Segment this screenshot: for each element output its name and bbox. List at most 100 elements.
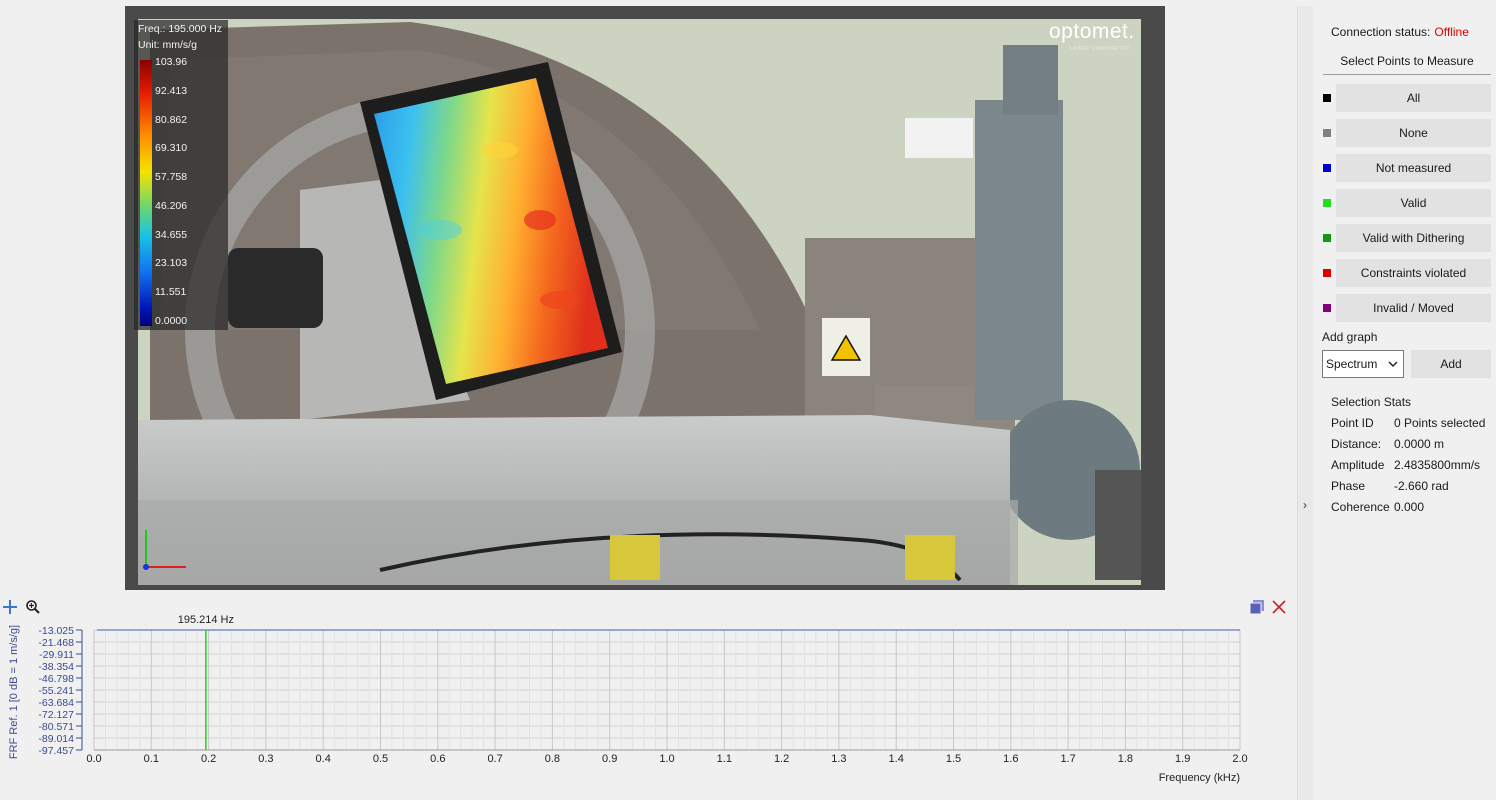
- point-filter-invalid-moved: Invalid / Moved: [1323, 294, 1493, 324]
- cursor-frequency-label: 195.214 Hz: [178, 614, 234, 626]
- spectrum-graph-pane: 195.214 Hz -13.025 -21.468 -29.911 -38.354-…: [0, 596, 1290, 800]
- x-tick-label: 0.5: [373, 753, 388, 765]
- colorbar-tick: 69.310: [155, 142, 188, 154]
- y-tick-label: -38.354: [38, 661, 74, 673]
- x-tick-label: 1.6: [1003, 753, 1018, 765]
- stat-key: Phase: [1331, 479, 1366, 493]
- x-tick-label: 0.1: [144, 753, 159, 765]
- connection-status: Connection status: Offline: [1331, 25, 1469, 39]
- y-tick-label: -72.127: [38, 709, 74, 721]
- x-tick-label: 0.4: [316, 753, 331, 765]
- x-tick-label: 0.8: [545, 753, 560, 765]
- select-points-title: Select Points to Measure: [1323, 49, 1491, 75]
- point-color-swatch: [1323, 304, 1331, 312]
- y-tick-label: -29.911: [39, 649, 74, 661]
- y-tick-label: -13.025: [38, 625, 74, 637]
- x-tick-label: 1.4: [889, 753, 904, 765]
- connection-status-label: Connection status:: [1331, 25, 1431, 39]
- chevron-down-icon: [1388, 351, 1398, 388]
- x-tick-label: 0.9: [602, 753, 617, 765]
- x-tick-label: 0.6: [430, 753, 445, 765]
- select-valid-dithering-button[interactable]: Valid with Dithering: [1336, 224, 1491, 252]
- colorbar-tick: 34.655: [155, 229, 188, 241]
- vibration-viewer[interactable]: [125, 6, 1165, 590]
- x-tick-label: 1.1: [717, 753, 732, 765]
- point-color-swatch: [1323, 269, 1331, 277]
- point-color-swatch: [1323, 234, 1331, 242]
- x-tick-label: 0.0: [86, 753, 101, 765]
- brand-logo: optomet.: [1049, 20, 1135, 43]
- x-axis-label: Frequency (kHz): [1159, 772, 1240, 784]
- point-filter-constraints-violated: Constraints violated: [1323, 259, 1493, 289]
- colorbar-tick: 92.413: [155, 85, 188, 97]
- x-tick-label: 1.0: [659, 753, 674, 765]
- colorbar-tick: 46.206: [155, 200, 188, 212]
- x-axis-ticks: 0.0 0.1 0.2 0.3 0.4 0.5 0.6 0.7 0.8 0.9 1.0 1.1 1.2 1…: [86, 753, 1247, 765]
- panel-splitter[interactable]: [1297, 6, 1313, 800]
- point-color-swatch: [1323, 129, 1331, 137]
- frequency-label: Freq.: 195.000 Hz: [138, 23, 223, 35]
- select-constraints-violated-button[interactable]: Constraints violated: [1336, 259, 1491, 287]
- y-axis-ticks: -13.025-21.468-29.911-38.354-46.798-55.2…: [38, 625, 82, 757]
- y-tick-label: -80.571: [38, 721, 74, 733]
- x-tick-label: 0.7: [487, 753, 502, 765]
- graph-type-value: Spectrum: [1326, 357, 1378, 371]
- y-tick-label: -97.457: [38, 745, 74, 757]
- graph-type-select[interactable]: Spectrum: [1322, 350, 1404, 378]
- y-axis-label: FRF Ref. 1 [0 dB = 1 m/s/g]: [8, 625, 20, 759]
- stat-key: Point ID: [1331, 416, 1374, 430]
- x-tick-label: 1.9: [1175, 753, 1190, 765]
- select-valid-button[interactable]: Valid: [1336, 189, 1491, 217]
- stat-value: 2.4835800mm/s: [1394, 458, 1481, 472]
- point-filter-valid: Valid: [1323, 189, 1493, 219]
- x-tick-label: 2.0: [1232, 753, 1247, 765]
- y-tick-label: -46.798: [38, 673, 74, 685]
- colorbar: [140, 60, 152, 326]
- x-tick-label: 1.5: [946, 753, 961, 765]
- spectrum-plot[interactable]: 195.214 Hz -13.025-21.468-29.911-38.354-…: [0, 596, 1290, 800]
- stat-value: 0 Points selected: [1394, 416, 1486, 430]
- x-tick-label: 0.3: [258, 753, 273, 765]
- unit-label: Unit: mm/s/g: [138, 39, 197, 51]
- plot-grid: [81, 629, 1241, 751]
- point-filter-not-measured: Not measured: [1323, 154, 1493, 184]
- select-none-button[interactable]: None: [1336, 119, 1491, 147]
- x-tick-label: 1.7: [1060, 753, 1075, 765]
- colorbar-tick: 11.551: [155, 286, 187, 298]
- colorbar-tick: 57.758: [155, 171, 188, 183]
- selection-stats-title: Selection Stats: [1331, 395, 1412, 409]
- camera-image[interactable]: [138, 19, 1141, 585]
- colorbar-tick: 0.0000: [155, 315, 188, 327]
- stat-key: Coherence: [1331, 500, 1390, 514]
- colorbar-tick: 23.103: [155, 257, 188, 269]
- measurement-panel: Connection status: Offline Select Points …: [1313, 6, 1496, 800]
- add-graph-button[interactable]: Add: [1411, 350, 1491, 378]
- x-tick-label: 1.8: [1118, 753, 1133, 765]
- add-graph-label: Add graph: [1322, 330, 1378, 344]
- stat-key: Distance:: [1331, 437, 1382, 451]
- select-all-button[interactable]: All: [1336, 84, 1491, 112]
- panel-collapse-toggle[interactable]: ›: [1299, 496, 1311, 514]
- stat-value: 0.0000 m: [1394, 437, 1445, 451]
- x-tick-label: 0.2: [201, 753, 216, 765]
- x-tick-label: 1.2: [774, 753, 789, 765]
- point-color-swatch: [1323, 164, 1331, 172]
- y-tick-label: -63.684: [38, 697, 74, 709]
- stat-value: -2.660 rad: [1394, 479, 1449, 493]
- point-filter-valid-dithering: Valid with Dithering: [1323, 224, 1493, 254]
- select-invalid-moved-button[interactable]: Invalid / Moved: [1336, 294, 1491, 322]
- y-tick-label: -21.468: [38, 637, 74, 649]
- colorbar-tick: 103.96: [155, 56, 188, 68]
- colorbar-tick: 80.862: [155, 114, 188, 126]
- stat-value: 0.000: [1394, 500, 1425, 514]
- x-tick-label: 1.3: [831, 753, 846, 765]
- scene-drawing: [138, 19, 1141, 585]
- connection-status-value: Offline: [1434, 25, 1469, 39]
- brand-tagline: LASER VIBROMETRY: [1070, 46, 1131, 52]
- point-color-swatch: [1323, 94, 1331, 102]
- select-not-measured-button[interactable]: Not measured: [1336, 154, 1491, 182]
- y-tick-label: -55.241: [38, 685, 74, 697]
- stat-key: Amplitude: [1331, 458, 1385, 472]
- y-tick-label: -89.014: [38, 733, 74, 745]
- point-filter-none: None: [1323, 119, 1493, 149]
